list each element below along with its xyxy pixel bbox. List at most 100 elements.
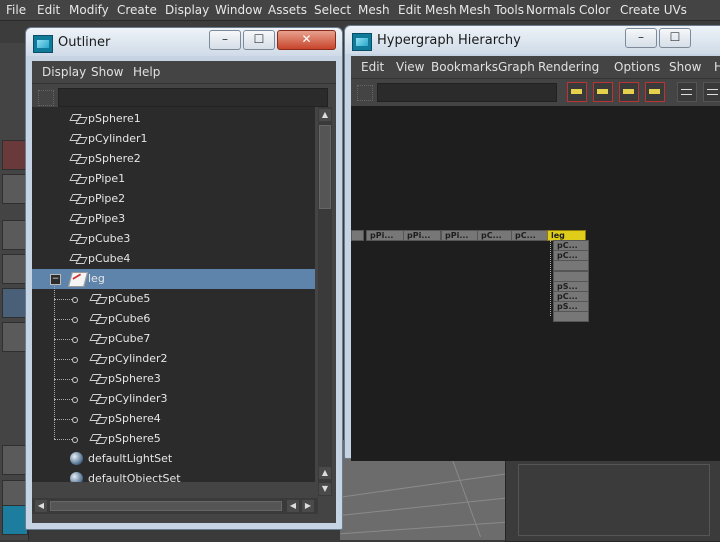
scroll-thumb[interactable]: [50, 501, 282, 511]
mesh-icon: [70, 133, 86, 144]
outliner-item-row[interactable]: pCube4: [32, 249, 315, 269]
hypergraph-menu-help[interactable]: Help: [714, 60, 720, 74]
outliner-item-row[interactable]: pCube5: [32, 289, 315, 309]
collapse-icon[interactable]: −: [50, 274, 61, 285]
menu-select[interactable]: Select: [314, 3, 351, 17]
menu-window[interactable]: Window: [215, 3, 262, 17]
outliner-item-row[interactable]: pCube6: [32, 309, 315, 329]
tree-connector-icon: [72, 417, 78, 423]
hypergraph-window: Hypergraph Hierarchy – ☐ Edit View Bookmar…: [344, 25, 720, 461]
hypergraph-node[interactable]: [351, 230, 364, 241]
hypergraph-menu-rendering[interactable]: Rendering: [538, 60, 599, 74]
outliner-item-label: pSphere3: [108, 372, 161, 385]
hypergraph-menu-bookmarks[interactable]: Bookmarks: [431, 60, 498, 74]
menu-file[interactable]: File: [6, 3, 26, 17]
hypergraph-menu-show[interactable]: Show: [669, 60, 701, 74]
scroll-thumb[interactable]: [319, 125, 331, 209]
menu-mesh[interactable]: Mesh: [358, 3, 390, 17]
outliner-item-row[interactable]: pSphere3: [32, 369, 315, 389]
outliner-item-label: pSphere4: [108, 412, 161, 425]
menu-edit-mesh[interactable]: Edit Mesh: [398, 3, 457, 17]
layout-vertical-icon[interactable]: [703, 82, 720, 102]
close-button[interactable]: ✕: [277, 30, 336, 50]
tree-connector-icon: [72, 437, 78, 443]
outliner-titlebar[interactable]: Outliner – ☐ ✕: [26, 28, 342, 56]
outliner-item-row[interactable]: defaultLightSet: [32, 449, 315, 469]
outliner-horizontal-scrollbar[interactable]: ◀ ◀ ▶: [32, 498, 318, 514]
outliner-item-row[interactable]: pPipe2: [32, 189, 315, 209]
set-icon: [70, 452, 83, 465]
minimize-button[interactable]: –: [209, 30, 241, 50]
scroll-left-icon[interactable]: ◀: [287, 500, 299, 512]
frame-hierarchy-icon[interactable]: [645, 82, 665, 102]
scroll-up-icon[interactable]: ▲: [319, 109, 331, 121]
scroll-up-icon[interactable]: ▲: [319, 467, 331, 479]
outliner-item-row[interactable]: pSphere4: [32, 409, 315, 429]
mesh-icon: [70, 153, 86, 164]
hypergraph-titlebar[interactable]: Hypergraph Hierarchy – ☐: [345, 26, 720, 54]
outliner-item-label: pPipe2: [88, 192, 126, 205]
outliner-item-row[interactable]: pSphere2: [32, 149, 315, 169]
frame-all-icon[interactable]: [593, 82, 613, 102]
hypergraph-menu-graph[interactable]: Graph: [498, 60, 535, 74]
filter-grip-icon: [38, 90, 54, 106]
menu-modify[interactable]: Modify: [69, 3, 109, 17]
outliner-item-label: pCylinder2: [108, 352, 168, 365]
menu-create[interactable]: Create: [117, 3, 157, 17]
menu-create-uvs[interactable]: Create UVs: [620, 3, 687, 17]
hypergraph-menu-view[interactable]: View: [396, 60, 424, 74]
outliner-menu-help[interactable]: Help: [133, 65, 160, 79]
outliner-item-label: pCube7: [108, 332, 151, 345]
tree-line: [54, 339, 72, 340]
menu-normals[interactable]: Normals: [526, 3, 576, 17]
hypergraph-menu-edit[interactable]: Edit: [361, 60, 384, 74]
minimize-button[interactable]: –: [625, 28, 657, 48]
frame-selection-icon[interactable]: [619, 82, 639, 102]
outliner-item-label: defaultObjectSet: [88, 472, 181, 482]
maximize-button[interactable]: ☐: [659, 28, 691, 48]
hypergraph-filter-input[interactable]: [377, 83, 557, 102]
outliner-item-label: pCube3: [88, 232, 131, 245]
scroll-left-icon[interactable]: ◀: [35, 500, 47, 512]
outliner-filter-input[interactable]: [58, 88, 328, 107]
outliner-item-label: leg: [88, 272, 105, 285]
outliner-item-row[interactable]: pPipe1: [32, 169, 315, 189]
hypergraph-child-node[interactable]: [553, 311, 589, 323]
hypergraph-node[interactable]: pPi...: [441, 230, 479, 241]
outliner-item-row[interactable]: pCylinder1: [32, 129, 315, 149]
toolbar-grip-icon: [357, 85, 373, 101]
hypergraph-canvas[interactable]: pPi... pPi... pPi... pC... pC... leg pC... pC..…: [351, 106, 720, 461]
mesh-icon: [70, 113, 86, 124]
hierarchy-view-icon[interactable]: [567, 82, 587, 102]
menu-edit[interactable]: Edit: [37, 3, 60, 17]
hypergraph-node[interactable]: pC...: [477, 230, 512, 241]
outliner-vertical-scrollbar[interactable]: ▲ ▲ ▼: [318, 107, 332, 496]
outliner-menu-display[interactable]: Display: [42, 65, 86, 79]
outliner-item-row[interactable]: defaultObjectSet: [32, 469, 315, 482]
menu-color[interactable]: Color: [579, 3, 610, 17]
menu-assets[interactable]: Assets: [268, 3, 307, 17]
outliner-item-row[interactable]: pPipe3: [32, 209, 315, 229]
scroll-right-icon[interactable]: ▶: [302, 500, 314, 512]
scroll-down-icon[interactable]: ▼: [319, 483, 331, 495]
outliner-item-row[interactable]: pSphere1: [32, 109, 315, 129]
mesh-icon: [90, 373, 106, 384]
tree-line: [54, 319, 72, 320]
maximize-button[interactable]: ☐: [243, 30, 275, 50]
hypergraph-node[interactable]: pPi...: [366, 230, 404, 241]
hypergraph-node[interactable]: pC...: [511, 230, 548, 241]
menu-display[interactable]: Display: [165, 3, 209, 17]
outliner-group-row[interactable]: − leg: [32, 269, 315, 289]
outliner-item-row[interactable]: pCylinder2: [32, 349, 315, 369]
outliner-title: Outliner: [58, 35, 111, 50]
outliner-item-row[interactable]: pCube7: [32, 329, 315, 349]
outliner-item-row[interactable]: pCube3: [32, 229, 315, 249]
outliner-item-row[interactable]: pSphere5: [32, 429, 315, 449]
hypergraph-menu-options[interactable]: Options: [614, 60, 660, 74]
layout-horizontal-icon[interactable]: [677, 82, 697, 102]
outliner-tree[interactable]: pSphere1 pCylinder1 pSphere2 pPipe1 pPipe2 pP…: [32, 107, 315, 482]
menu-mesh-tools[interactable]: Mesh Tools: [459, 3, 524, 17]
outliner-menu-show[interactable]: Show: [91, 65, 123, 79]
hypergraph-node[interactable]: pPi...: [403, 230, 441, 241]
outliner-item-row[interactable]: pCylinder3: [32, 389, 315, 409]
